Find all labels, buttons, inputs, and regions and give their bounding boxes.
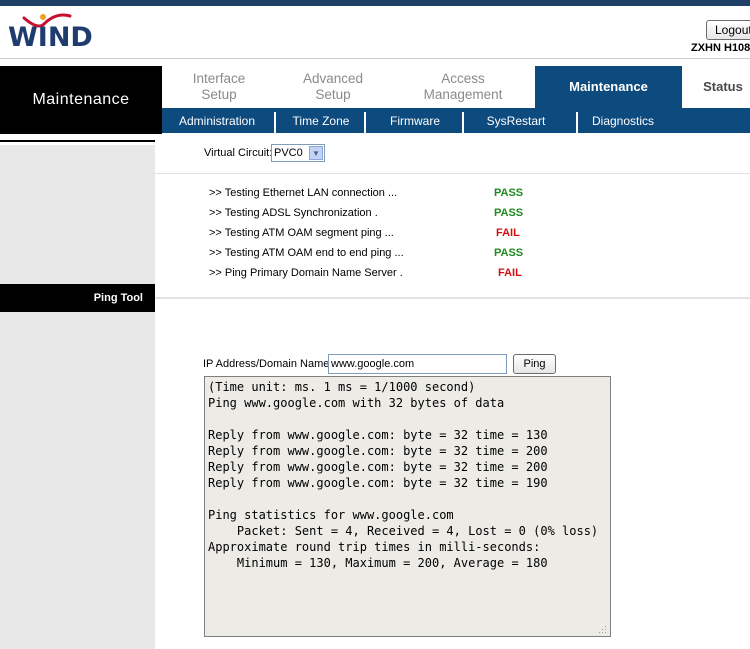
chevron-down-icon[interactable]: ▼ (309, 146, 323, 160)
ping-output[interactable]: (Time unit: ms. 1 ms = 1/1000 second) Pi… (204, 376, 611, 637)
tab-advanced-setup[interactable]: Advanced Setup (285, 66, 381, 108)
top-stripe (0, 0, 750, 6)
resize-grip-icon[interactable] (597, 624, 607, 634)
sidebar-ping-tool: Ping Tool (0, 284, 155, 312)
test-result: PASS (494, 187, 524, 199)
logout-button[interactable]: Logout (706, 20, 750, 40)
test-result: PASS (494, 247, 524, 259)
section-title-underline (0, 140, 155, 142)
logo-text: WIND (8, 22, 93, 53)
subtab-diagnostics[interactable]: Diagnostics (582, 108, 664, 133)
subnav-separator (364, 112, 366, 133)
subtab-administration[interactable]: Administration (168, 108, 266, 133)
model-name: ZXHN H108 (691, 42, 750, 54)
test-label: >> Testing ADSL Synchronization . (209, 207, 378, 219)
test-label: >> Ping Primary Domain Name Server . (209, 267, 403, 279)
tab-label: Access Management (423, 71, 503, 102)
section-title: Maintenance (0, 66, 162, 134)
ip-address-label: IP Address/Domain Name: (203, 358, 333, 370)
test-result: FAIL (498, 267, 522, 279)
tab-label: Maintenance (569, 79, 648, 94)
virtual-circuit-label: Virtual Circuit: (204, 147, 273, 159)
test-label: >> Testing ATM OAM segment ping ... (209, 227, 394, 239)
left-sidebar (0, 145, 155, 649)
tab-label: Advanced Setup (302, 71, 364, 102)
ip-address-input[interactable] (328, 354, 507, 374)
tab-label: Status (703, 79, 743, 94)
subtab-firmware[interactable]: Firmware (370, 108, 460, 133)
virtual-circuit-value: PVC0 (274, 147, 303, 159)
content-divider (155, 173, 750, 174)
header-divider (0, 58, 750, 59)
subtab-sysrestart[interactable]: SysRestart (470, 108, 562, 133)
subnav-separator (462, 112, 464, 133)
test-result: FAIL (496, 227, 520, 239)
virtual-circuit-select[interactable]: PVC0 ▼ (271, 144, 325, 162)
tab-interface-setup[interactable]: Interface Setup (170, 66, 268, 108)
subnav-separator (274, 112, 276, 133)
tab-label: Interface Setup (192, 71, 246, 102)
subtab-time-zone[interactable]: Time Zone (280, 108, 362, 133)
ping-button[interactable]: Ping (513, 354, 556, 374)
tab-access-management[interactable]: Access Management (398, 66, 528, 108)
test-result: PASS (494, 207, 524, 219)
subnav-separator (576, 112, 578, 133)
test-label: >> Testing ATM OAM end to end ping ... (209, 247, 404, 259)
content-divider (155, 297, 750, 299)
tab-maintenance[interactable]: Maintenance (535, 66, 682, 108)
tab-status[interactable]: Status (688, 66, 750, 108)
test-label: >> Testing Ethernet LAN connection ... (209, 187, 398, 199)
